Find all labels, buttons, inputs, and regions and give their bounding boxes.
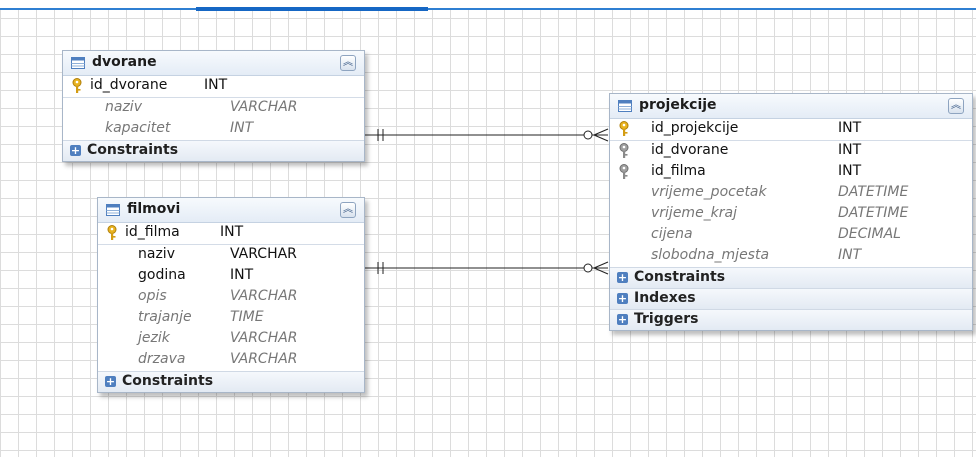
- section-label: Constraints: [122, 373, 214, 389]
- column-type: INT: [838, 142, 862, 158]
- column-type: INT: [838, 163, 862, 179]
- column-type: VARCHAR: [230, 288, 298, 304]
- section-constraints[interactable]: + Constraints: [610, 267, 972, 288]
- column-type: DECIMAL: [838, 226, 901, 242]
- column-name: drzava: [138, 351, 186, 367]
- column-row-pk[interactable]: id_filma INT: [98, 223, 364, 245]
- foreign-key-icon: [619, 164, 629, 179]
- column-name: trajanje: [138, 309, 192, 325]
- column-row-fk[interactable]: id_filma INT: [610, 162, 972, 183]
- expand-plus-icon[interactable]: +: [105, 376, 116, 387]
- column-row[interactable]: naziv VARCHAR: [63, 98, 364, 119]
- section-label: Indexes: [634, 290, 696, 306]
- column-type: INT: [838, 247, 862, 263]
- column-type: VARCHAR: [230, 99, 298, 115]
- relation-dvorane-projekcije[interactable]: [364, 128, 609, 142]
- column-row-fk[interactable]: id_dvorane INT: [610, 141, 972, 162]
- section-indexes[interactable]: + Indexes: [610, 288, 972, 309]
- column-name: vrijeme_pocetak: [651, 184, 767, 200]
- column-name: naziv: [105, 99, 142, 115]
- column-name: naziv: [138, 246, 175, 262]
- column-name: id_dvorane: [651, 142, 729, 158]
- key-icon: [72, 78, 82, 93]
- table-header[interactable]: filmovi ︽: [98, 198, 364, 223]
- column-type: INT: [230, 267, 254, 283]
- table-icon: [106, 204, 120, 216]
- column-type: DATETIME: [838, 184, 909, 200]
- table-title: dvorane: [92, 54, 157, 70]
- section-triggers[interactable]: + Triggers: [610, 309, 972, 330]
- key-icon: [107, 225, 117, 240]
- column-row-pk[interactable]: id_projekcije INT: [610, 119, 972, 141]
- expand-plus-icon[interactable]: +: [70, 145, 81, 156]
- table-projekcije[interactable]: projekcije ︽ id_projekcije INT id_dvoran…: [609, 93, 973, 331]
- column-name: jezik: [138, 330, 170, 346]
- expand-plus-icon[interactable]: +: [617, 314, 628, 325]
- column-row[interactable]: vrijeme_kraj DATETIME: [610, 204, 972, 225]
- collapse-chevron-icon[interactable]: ︽: [340, 202, 356, 218]
- section-label: Constraints: [87, 142, 179, 158]
- column-row[interactable]: kapacitet INT: [63, 119, 364, 140]
- column-type: DATETIME: [838, 205, 909, 221]
- column-name: opis: [138, 288, 167, 304]
- column-type: VARCHAR: [230, 246, 297, 262]
- column-type: VARCHAR: [230, 351, 298, 367]
- column-type: INT: [204, 77, 228, 93]
- table-dvorane[interactable]: dvorane ︽ id_dvorane INT naziv VARCHAR k…: [62, 50, 365, 162]
- column-row-pk[interactable]: id_dvorane INT: [63, 76, 364, 98]
- key-icon: [619, 121, 629, 136]
- column-name: cijena: [651, 226, 693, 242]
- column-name: vrijeme_kraj: [651, 205, 738, 221]
- column-name: id_filma: [125, 224, 180, 240]
- column-type: INT: [220, 224, 244, 240]
- column-row[interactable]: cijena DECIMAL: [610, 225, 972, 246]
- column-row[interactable]: jezik VARCHAR: [98, 329, 364, 350]
- column-type: VARCHAR: [230, 330, 298, 346]
- column-name: kapacitet: [105, 120, 171, 136]
- table-header[interactable]: projekcije ︽: [610, 94, 972, 119]
- expand-plus-icon[interactable]: +: [617, 272, 628, 283]
- collapse-chevron-icon[interactable]: ︽: [948, 98, 964, 114]
- column-row[interactable]: drzava VARCHAR: [98, 350, 364, 371]
- column-row[interactable]: slobodna_mjesta INT: [610, 246, 972, 267]
- relation-filmovi-projekcije[interactable]: [364, 261, 609, 275]
- column-row[interactable]: naziv VARCHAR: [98, 245, 364, 266]
- collapse-chevron-icon[interactable]: ︽: [340, 55, 356, 71]
- table-icon: [618, 100, 632, 112]
- foreign-key-icon: [619, 143, 629, 158]
- column-row[interactable]: trajanje TIME: [98, 308, 364, 329]
- column-row[interactable]: godina INT: [98, 266, 364, 287]
- table-icon: [71, 57, 85, 69]
- table-title: projekcije: [639, 97, 717, 113]
- section-label: Constraints: [634, 269, 726, 285]
- table-filmovi[interactable]: filmovi ︽ id_filma INT naziv VARCHAR god…: [97, 197, 365, 393]
- column-name: id_filma: [651, 163, 706, 179]
- column-type: INT: [230, 120, 254, 136]
- section-label: Triggers: [634, 311, 699, 327]
- column-name: id_projekcije: [651, 120, 739, 136]
- section-constraints[interactable]: + Constraints: [63, 140, 364, 161]
- expand-plus-icon[interactable]: +: [617, 293, 628, 304]
- table-title: filmovi: [127, 201, 181, 217]
- table-header[interactable]: dvorane ︽: [63, 51, 364, 76]
- column-type: TIME: [230, 309, 264, 325]
- column-name: id_dvorane: [90, 77, 168, 93]
- column-name: slobodna_mjesta: [651, 247, 770, 263]
- column-row[interactable]: opis VARCHAR: [98, 287, 364, 308]
- column-type: INT: [838, 120, 862, 136]
- column-name: godina: [138, 267, 186, 283]
- column-row[interactable]: vrijeme_pocetak DATETIME: [610, 183, 972, 204]
- section-constraints[interactable]: + Constraints: [98, 371, 364, 392]
